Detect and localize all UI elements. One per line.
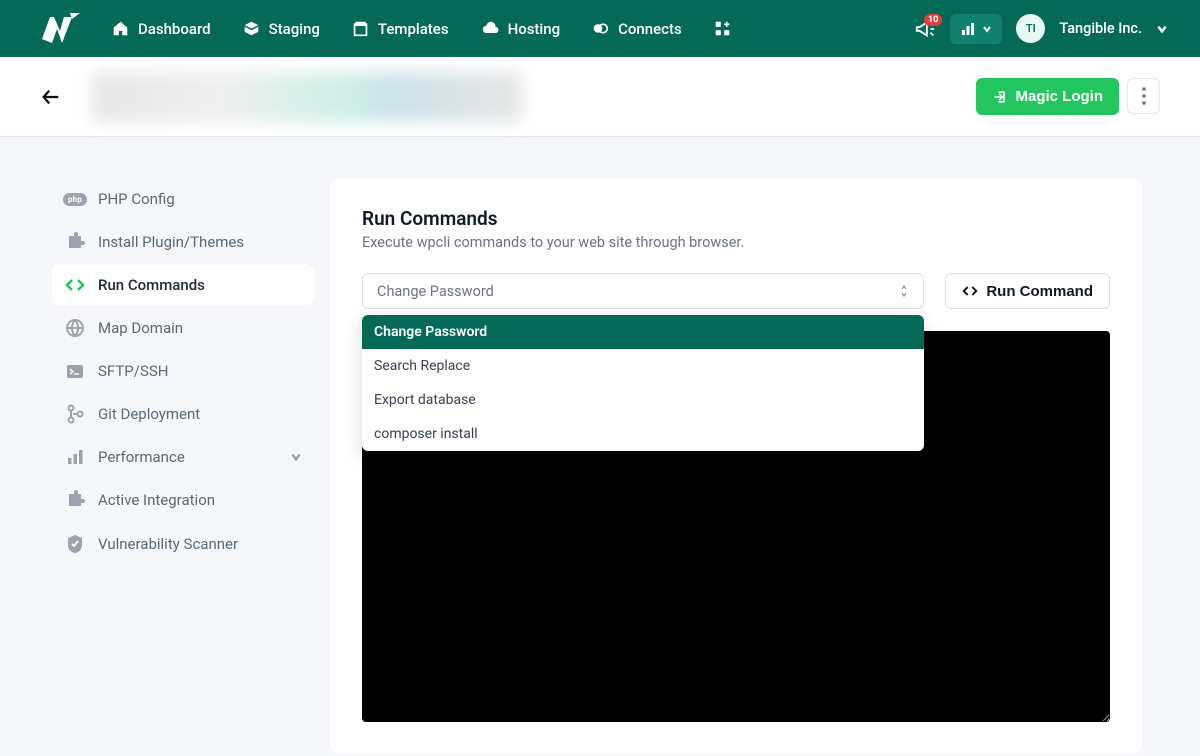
chevron-down-icon[interactable] (1156, 23, 1168, 35)
page-subtitle: Execute wpcli commands to your web site … (362, 234, 1110, 251)
chart-dropdown[interactable] (950, 14, 1002, 44)
sidebar-item-label: PHP Config (98, 190, 175, 208)
sidebar-item-install-plugin[interactable]: Install Plugin/Themes (52, 221, 314, 263)
code-icon (962, 284, 978, 298)
nav-label: Hosting (508, 20, 561, 38)
home-icon (112, 20, 129, 37)
content-card: Run Commands Execute wpcli commands to y… (330, 179, 1142, 754)
main: php PHP Config Install Plugin/Themes Run… (0, 137, 1200, 754)
command-select-value: Change Password (377, 283, 494, 300)
notif-badge: 10 (924, 14, 942, 26)
sidebar-item-run-commands[interactable]: Run Commands (52, 265, 314, 305)
back-button[interactable] (40, 86, 62, 108)
subheader: Magic Login (0, 57, 1200, 137)
templates-icon (352, 20, 369, 37)
dropdown-option-export-database[interactable]: Export database (362, 383, 924, 417)
code-icon (64, 276, 86, 294)
sidebar-item-php-config[interactable]: php PHP Config (52, 179, 314, 219)
page-title: Run Commands (362, 207, 1110, 230)
connects-icon (592, 20, 609, 37)
nav-items: Dashboard Staging Templates Hosting Conn… (112, 20, 731, 38)
dropdown-option-composer-install[interactable]: composer install (362, 417, 924, 451)
dots-vertical-icon (1142, 87, 1146, 105)
command-dropdown: Change Password Search Replace Export da… (362, 315, 924, 451)
nav-hosting[interactable]: Hosting (481, 20, 561, 38)
sidebar-item-map-domain[interactable]: Map Domain (52, 307, 314, 349)
apps-icon (714, 20, 731, 37)
git-icon (64, 404, 86, 424)
sidebar-item-label: Active Integration (98, 491, 215, 509)
logo[interactable] (32, 9, 82, 49)
dropdown-option-change-password[interactable]: Change Password (362, 315, 924, 349)
run-command-button[interactable]: Run Command (945, 273, 1110, 309)
more-button[interactable] (1127, 78, 1160, 114)
login-icon (992, 89, 1008, 105)
site-title-blurred (92, 72, 522, 122)
sidebar-item-label: Run Commands (98, 276, 205, 294)
top-nav: Dashboard Staging Templates Hosting Conn… (0, 0, 1200, 57)
bars-icon (64, 448, 86, 466)
org-name[interactable]: Tangible Inc. (1059, 20, 1142, 37)
puzzle-icon (64, 232, 86, 252)
nav-apps[interactable] (714, 20, 731, 38)
nav-right: 10 TI Tangible Inc. (914, 14, 1168, 44)
run-command-label: Run Command (986, 283, 1093, 300)
globe-icon (64, 318, 86, 338)
box-icon (243, 20, 260, 37)
php-icon: php (64, 193, 86, 206)
sidebar-item-vulnerability-scanner[interactable]: Vulnerability Scanner (52, 523, 314, 565)
sidebar-item-label: Map Domain (98, 319, 183, 337)
nav-label: Dashboard (138, 20, 211, 38)
command-select[interactable]: Change Password (362, 273, 924, 309)
shield-icon (64, 534, 86, 554)
sidebar-item-label: Install Plugin/Themes (98, 233, 244, 251)
cloud-icon (481, 20, 499, 37)
sidebar-item-label: Git Deployment (98, 405, 200, 423)
sidebar: php PHP Config Install Plugin/Themes Run… (52, 179, 314, 754)
magic-login-label: Magic Login (1016, 88, 1104, 105)
sidebar-item-active-integration[interactable]: Active Integration (52, 479, 314, 521)
select-chevrons-icon (899, 284, 909, 298)
nav-label: Templates (378, 20, 449, 38)
sidebar-item-performance[interactable]: Performance (52, 437, 314, 477)
sidebar-item-label: Vulnerability Scanner (98, 535, 238, 553)
sidebar-item-sftp-ssh[interactable]: SFTP/SSH (52, 351, 314, 391)
sidebar-item-git-deployment[interactable]: Git Deployment (52, 393, 314, 435)
puzzle-icon (64, 490, 86, 510)
nav-templates[interactable]: Templates (352, 20, 449, 38)
chart-icon (960, 21, 976, 37)
magic-login-button[interactable]: Magic Login (976, 78, 1120, 115)
terminal-icon (64, 362, 86, 380)
command-row: Change Password Change Password Search R… (362, 273, 1110, 309)
command-select-wrap: Change Password Change Password Search R… (362, 273, 924, 309)
chevron-down-icon (982, 24, 992, 34)
avatar[interactable]: TI (1016, 14, 1045, 43)
notifications-button[interactable]: 10 (914, 18, 936, 40)
chevron-down-icon (290, 451, 302, 463)
sidebar-item-label: Performance (98, 448, 185, 466)
nav-dashboard[interactable]: Dashboard (112, 20, 211, 38)
sidebar-item-label: SFTP/SSH (98, 362, 168, 380)
nav-connects[interactable]: Connects (592, 20, 682, 38)
dropdown-option-search-replace[interactable]: Search Replace (362, 349, 924, 383)
nav-staging[interactable]: Staging (243, 20, 320, 38)
nav-label: Connects (618, 20, 682, 38)
nav-label: Staging (269, 20, 320, 38)
